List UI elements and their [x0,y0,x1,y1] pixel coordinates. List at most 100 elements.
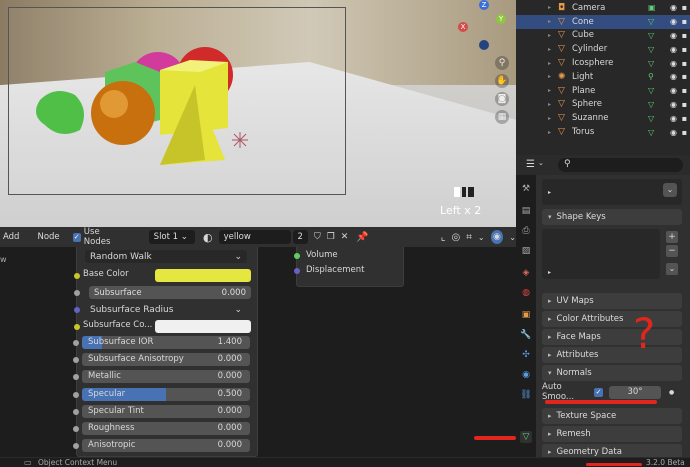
render-camera-icon[interactable]: ▪ [679,72,690,81]
list-expand-icon[interactable]: ▸ [548,189,551,196]
eye-icon[interactable]: ◉ [668,114,679,123]
pin-icon[interactable]: 📌 [356,232,368,243]
particles-tab-icon[interactable]: ✣ [520,349,532,361]
list-expand-icon[interactable]: ▸ [548,269,551,276]
eye-icon[interactable]: ◉ [668,59,679,68]
world-tab-icon[interactable]: ◍ [520,287,532,299]
gizmo-neg-z[interactable] [479,40,489,50]
backdrop-icon[interactable]: ⌗ [466,232,472,243]
eye-icon[interactable]: ◉ [668,72,679,81]
shading-icon[interactable]: ◉ [490,230,504,244]
outliner-item-label[interactable]: Camera [572,3,648,13]
material-sphere-icon[interactable]: ◐ [203,231,213,244]
outliner-row[interactable]: ▸ ▽ Cone ▽ ◉ ▪ [516,14,690,29]
zoom-icon[interactable]: ⚲ [495,56,509,70]
outliner-item-label[interactable]: Light [572,72,648,82]
expand-arrow-icon[interactable]: ▸ [548,60,551,67]
duplicate-icon[interactable]: ❐ [327,232,335,242]
keyframe-dot-icon[interactable]: ● [669,389,674,396]
outliner-row[interactable]: ▸ ▽ Torus ▽ ◉ ▪ [516,125,690,139]
render-camera-icon[interactable]: ▪ [679,31,690,40]
roughness-slider[interactable]: Roughness 0.000 [82,422,250,435]
gizmo-z-axis[interactable]: Z [479,0,489,10]
scene-tab-icon[interactable]: ◈ [520,267,532,279]
editor-type-icon[interactable]: ☰ [526,159,535,170]
outliner-row[interactable]: ▸ ▽ Cube ▽ ◉ ▪ [516,29,690,43]
panel-header-color-attributes[interactable]: ▸ Color Attributes [542,311,682,327]
expand-arrow-icon[interactable]: ▸ [548,73,551,80]
eye-icon[interactable]: ◉ [668,45,679,54]
mesh-data-tab-icon[interactable]: ▽ [520,431,532,443]
chevron-down-icon[interactable]: ⌄ [663,183,677,197]
outliner-item-label[interactable]: Sphere [572,99,648,109]
expand-arrow-icon[interactable]: ▸ [548,46,551,53]
eye-icon[interactable]: ◉ [668,17,679,26]
modifier-wrench-icon[interactable]: 🔧 [520,329,532,341]
use-nodes-toggle[interactable]: ✓ Use Nodes [72,227,125,247]
normals-panel-header[interactable]: ▾ Normals [542,365,682,381]
anisotropic-slider[interactable]: Anisotropic 0.000 [82,439,250,453]
properties-main[interactable]: ▸ ⌄ ▾ Shape Keys ▸ + − ⌄ ▸ UV Maps ▸ Color A… [536,175,690,457]
panel-header-attributes[interactable]: ▸ Attributes [542,347,682,363]
panel-header-uv-maps[interactable]: ▸ UV Maps [542,293,682,309]
specular-tint-socket[interactable] [73,408,79,415]
expand-arrow-icon[interactable]: ▸ [548,129,551,136]
expand-arrow-icon[interactable]: ▸ [548,32,551,39]
constraints-tab-icon[interactable]: ⛓ [520,389,532,401]
metallic-socket[interactable] [73,374,79,381]
outliner-row[interactable]: ▸ ▽ Plane ▽ ◉ ▪ [516,84,690,98]
panel-header-geometry-data[interactable]: ▸ Geometry Data [542,444,682,457]
render-camera-icon[interactable]: ▪ [679,3,690,12]
overlay-icon[interactable]: ◎ [451,232,460,243]
panel-header-face-maps[interactable]: ▸ Face Maps [542,329,682,345]
expand-arrow-icon[interactable]: ▸ [548,115,551,122]
expand-arrow-icon[interactable]: ▸ [548,101,551,108]
render-camera-icon[interactable]: ▪ [679,17,690,26]
tool-tab-icon[interactable]: ⚒ [520,183,532,195]
output-tab-icon[interactable]: ⎙ [520,225,532,237]
pan-hand-icon[interactable]: ✋ [495,74,509,88]
eye-icon[interactable]: ◉ [668,31,679,40]
chevron-down-icon[interactable]: ⌄ [478,233,485,242]
shape-keys-list[interactable]: ▸ [542,229,660,279]
roughness-socket[interactable] [73,426,79,432]
outliner[interactable]: ▸ ◘ Camera ▣ ◉ ▪ ▸ ▽ Cone ▽ ◉ ▪ ▸ ▽ Cube ▽ ◉ ▪ ▸ ▽ Cylinder ▽… [516,0,690,155]
specular-tint-slider[interactable]: Specular Tint 0.000 [82,404,250,418]
node-menu[interactable]: Node [34,231,62,243]
subsurface-aniso-slider[interactable]: Subsurface Anisotropy 0.000 [82,353,250,367]
object-tab-icon[interactable]: ▣ [520,309,532,321]
render-camera-icon[interactable]: ▪ [679,59,690,68]
chevron-down-icon[interactable]: ⌄ [666,263,678,275]
physics-tab-icon[interactable]: ◉ [520,369,532,381]
outliner-item-label[interactable]: Suzanne [572,113,648,123]
view-layer-tab-icon[interactable]: ▨ [520,245,532,257]
subsurface-aniso-socket[interactable] [73,357,79,364]
material-users-count[interactable]: 2 [292,230,308,244]
expand-arrow-icon[interactable]: ▸ [548,18,551,25]
expand-arrow-icon[interactable]: ▸ [548,4,551,11]
camera-view-icon[interactable]: ◙ [495,92,509,106]
outliner-item-label[interactable]: Plane [572,86,648,96]
render-camera-icon[interactable]: ▪ [679,86,690,95]
fake-user-icon[interactable]: ⛉ [314,232,321,242]
eye-icon[interactable]: ◉ [668,3,679,12]
outliner-item-label[interactable]: Cone [572,17,648,27]
outliner-row[interactable]: ▸ ▽ Cylinder ▽ ◉ ▪ [516,42,690,56]
metallic-slider[interactable]: Metallic 0.000 [82,370,250,384]
chevron-down-icon[interactable]: ⌄ [538,159,544,167]
outliner-item-label[interactable]: Cube [572,30,648,40]
grid-toggle-icon[interactable]: ▦ [495,110,509,124]
outliner-row[interactable]: ▸ ▽ Sphere ▽ ◉ ▪ [516,98,690,112]
outliner-row[interactable]: ▸ ◘ Camera ▣ ◉ ▪ [516,1,690,15]
gizmo-y-axis[interactable]: Y [496,14,506,24]
3d-viewport[interactable]: Z Y X ⚲ ✋ ◙ ▦ Left x 2 [0,0,516,227]
subsurface-ior-slider[interactable]: Subsurface IOR 1.400 [82,336,250,349]
specular-slider[interactable]: Specular 0.500 [82,387,250,401]
auto-smooth-checkbox[interactable]: ✓ [594,387,603,397]
remove-shape-key-button[interactable]: − [666,245,678,257]
subsurface-ior-socket[interactable] [73,340,79,346]
render-camera-icon[interactable]: ▪ [679,45,690,54]
anisotropic-socket[interactable] [73,443,79,450]
outliner-row[interactable]: ▸ ✺ Light ⚲ ◉ ▪ [516,70,690,84]
material-name-field[interactable]: yellow [218,230,291,244]
